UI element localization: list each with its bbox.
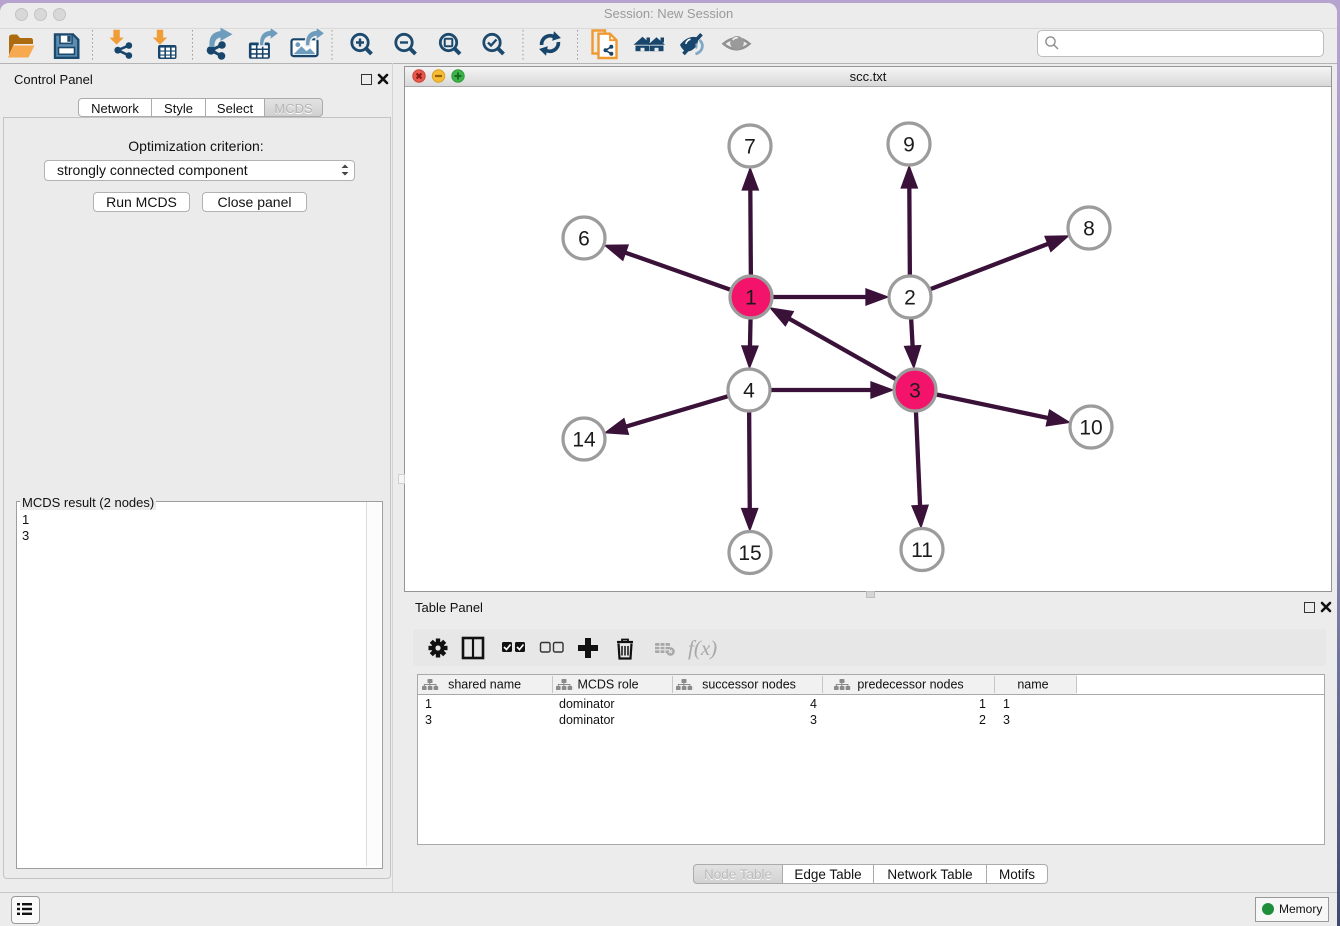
- svg-text:9: 9: [903, 134, 915, 157]
- svg-text:name: name: [1017, 678, 1048, 692]
- svg-text:predecessor nodes: predecessor nodes: [857, 678, 963, 692]
- svg-text:6: 6: [578, 228, 590, 251]
- svg-text:15: 15: [738, 542, 761, 565]
- svg-text:1: 1: [425, 697, 432, 711]
- svg-text:14: 14: [572, 429, 596, 452]
- svg-text:11: 11: [911, 539, 933, 562]
- svg-text:shared name: shared name: [448, 678, 521, 692]
- svg-text:1: 1: [979, 697, 986, 711]
- svg-text:2: 2: [979, 713, 986, 727]
- svg-text:f(x): f(x): [688, 636, 717, 660]
- svg-text:MCDS role: MCDS role: [577, 678, 638, 692]
- svg-text:4: 4: [743, 380, 755, 403]
- svg-text:4: 4: [810, 697, 817, 711]
- svg-text:8: 8: [1083, 218, 1095, 241]
- svg-text:3: 3: [425, 713, 432, 727]
- svg-text:3: 3: [1003, 713, 1010, 727]
- svg-text:dominator: dominator: [559, 697, 615, 711]
- svg-text:dominator: dominator: [559, 713, 615, 727]
- svg-text:7: 7: [744, 136, 756, 159]
- svg-text:3: 3: [909, 380, 921, 403]
- svg-text:3: 3: [810, 713, 817, 727]
- svg-text:1: 1: [1003, 697, 1010, 711]
- svg-text:successor nodes: successor nodes: [702, 678, 796, 692]
- svg-text:1: 1: [745, 287, 757, 310]
- svg-text:2: 2: [904, 287, 916, 310]
- svg-text:10: 10: [1079, 417, 1102, 440]
